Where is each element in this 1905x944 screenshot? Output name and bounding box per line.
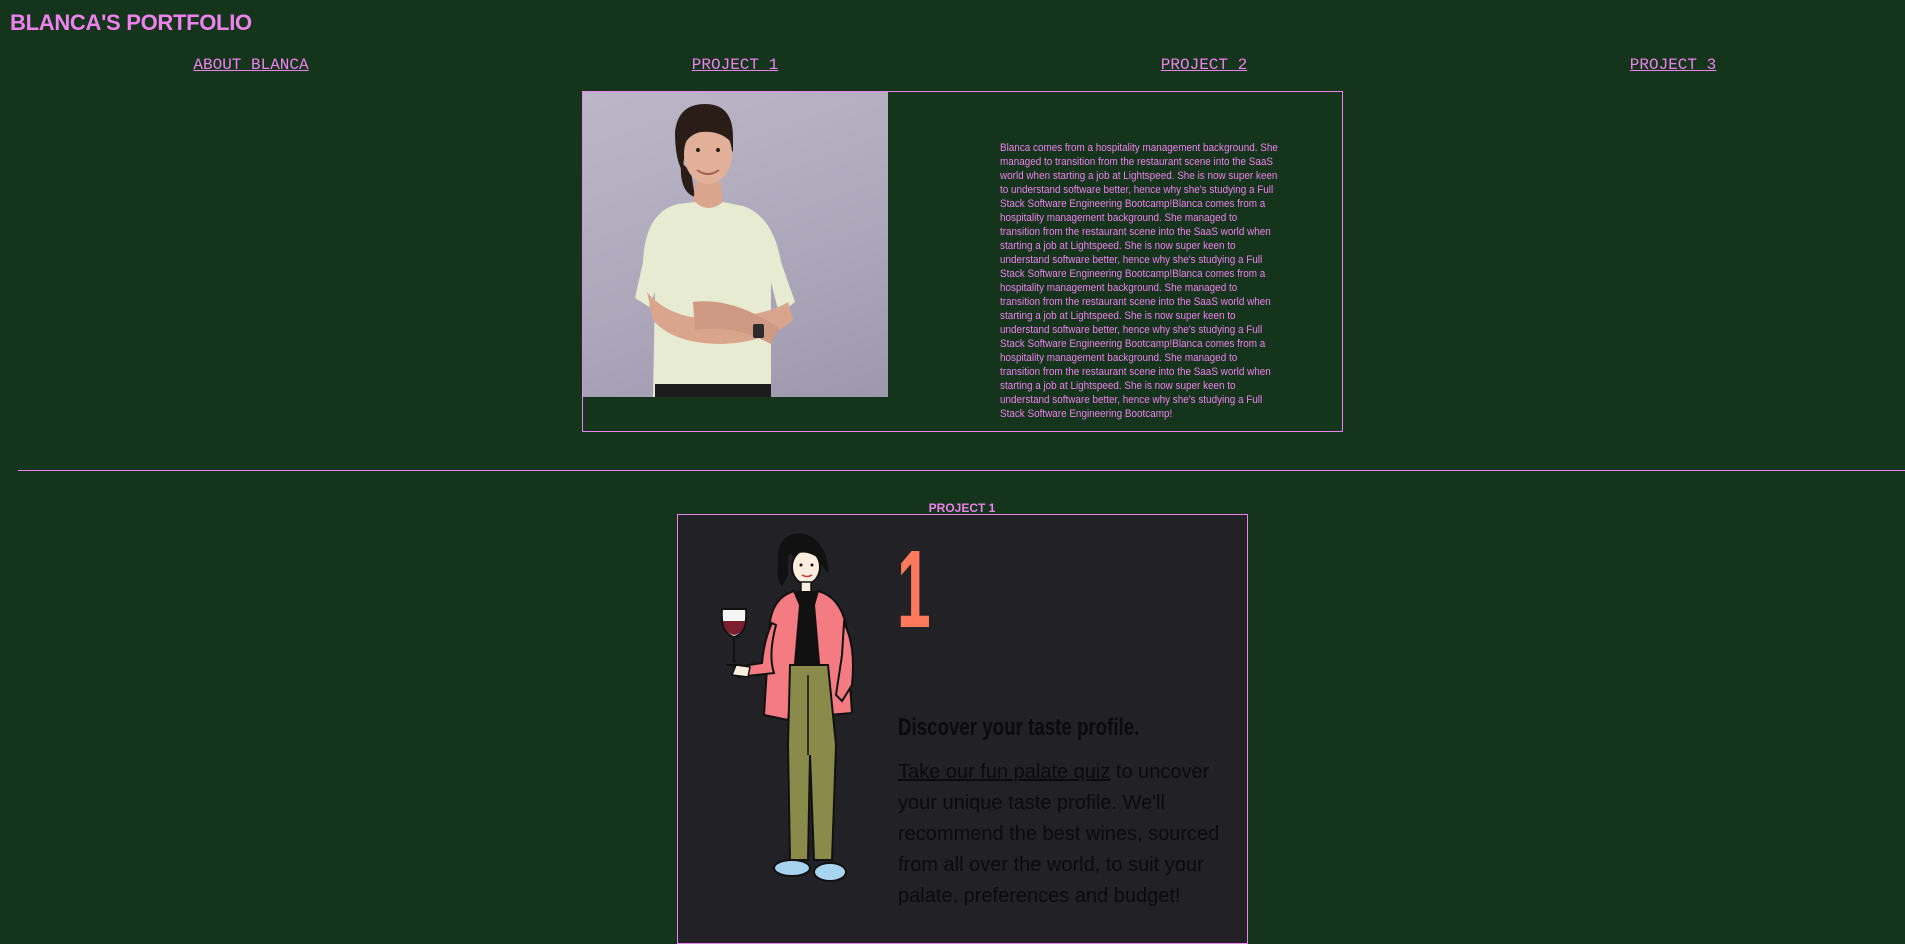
- site-title: BLANCA'S PORTFOLIO: [10, 10, 252, 35]
- about-section: Blanca comes from a hospitality manageme…: [582, 91, 1343, 432]
- project-1-heading: PROJECT 1: [928, 500, 996, 515]
- project-1-description: Take our fun palate quiz to uncover your…: [898, 757, 1238, 912]
- nav-link-project-2[interactable]: PROJECT 2: [1161, 56, 1247, 74]
- step-number: 1: [897, 528, 931, 651]
- nav-link-project-1[interactable]: PROJECT 1: [692, 56, 778, 74]
- portrait-photo: [583, 92, 888, 397]
- about-paragraph: Blanca comes from a hospitality manageme…: [1000, 142, 1278, 420]
- palate-quiz-link[interactable]: Take our fun palate quiz: [898, 761, 1110, 783]
- woman-with-wine-illustration: [720, 533, 854, 882]
- project-1-card: 1 Discover your taste profile. Take our …: [677, 514, 1248, 944]
- section-divider: [18, 470, 1905, 471]
- nav-link-about-blanca[interactable]: ABOUT BLANCA: [193, 56, 308, 74]
- project-1-title: Discover your taste profile.: [898, 714, 1140, 741]
- main-nav: ABOUT BLANCA PROJECT 1 PROJECT 2 PROJECT…: [0, 56, 1905, 76]
- nav-link-project-3[interactable]: PROJECT 3: [1630, 56, 1716, 74]
